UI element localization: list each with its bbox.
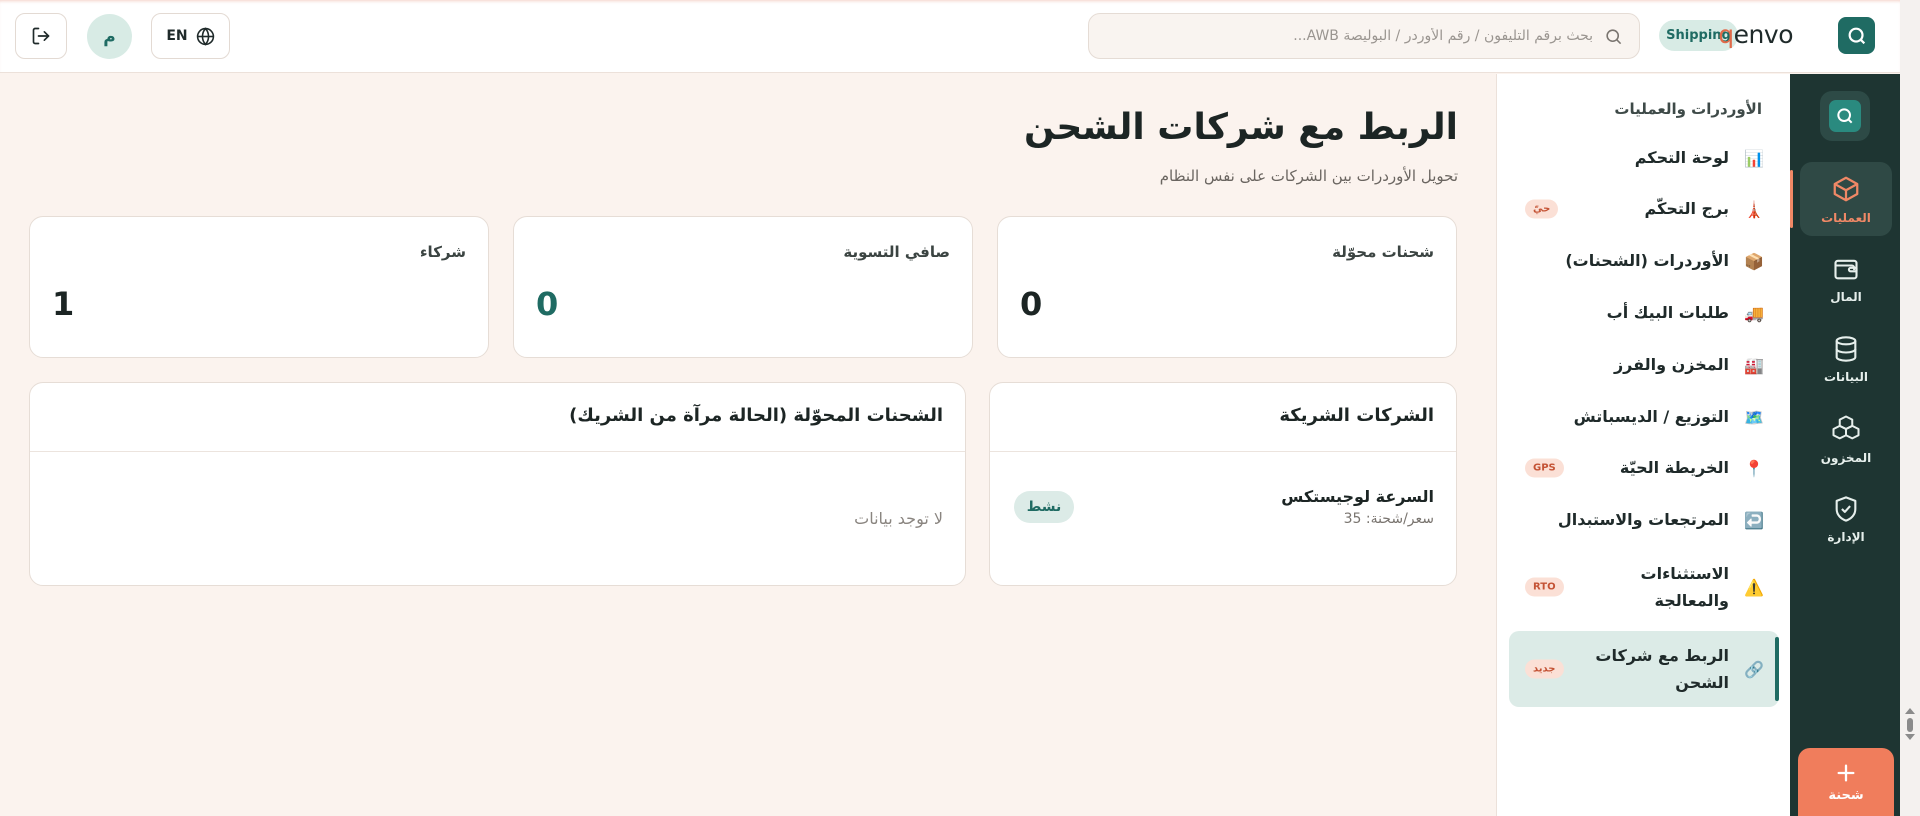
transfers-panel: الشحنات المحوّلة (الحالة مرآة من الشريك)… <box>29 382 966 586</box>
sidebar-item-label: لوحة التحكم <box>1634 148 1729 168</box>
sidebar-item-label: الخريطة الحيّة <box>1619 458 1729 478</box>
rto-badge: RTO <box>1525 577 1564 597</box>
package-icon: 📦 <box>1744 251 1764 271</box>
logout-icon <box>32 27 50 45</box>
return-icon: ↩️ <box>1744 510 1764 530</box>
sidebar-item-control-tower[interactable]: 🗼 برج التحكّم حيّ <box>1509 189 1779 229</box>
scroll-up-icon[interactable] <box>1905 708 1915 714</box>
sidebar-item-orders[interactable]: 📦 الأوردرات (الشحنات) <box>1509 241 1779 281</box>
sidebar-item-live-map[interactable]: 📍 الخريطة الحيّة GPS <box>1509 448 1779 488</box>
factory-icon: 🏭 <box>1744 355 1764 375</box>
brand-logo-icon[interactable] <box>1838 17 1875 54</box>
search-input[interactable] <box>1103 14 1593 58</box>
stat-card-transferred: شحنات محوّلة 0 <box>997 216 1457 358</box>
sidebar-item-returns[interactable]: ↩️ المرتجعات والاستبدال <box>1509 500 1779 540</box>
rail-item-operations[interactable]: العمليات <box>1790 162 1892 236</box>
sidebar-nav: الأوردرات والعمليات 📊 لوحة التحكم 🗼 برج … <box>1496 74 1790 816</box>
pin-icon: 📍 <box>1744 458 1764 478</box>
truck-icon: 🚚 <box>1744 303 1764 323</box>
stat-card-net-settlement: صافي التسوية 0 <box>513 216 973 358</box>
logout-button[interactable] <box>15 13 67 59</box>
sidebar-section-title: الأوردرات والعمليات <box>1614 100 1762 118</box>
sidebar-item-label: التوزيع / الديسباتش <box>1573 407 1729 427</box>
sidebar-item-label: المرتجعات والاستبدال <box>1557 510 1729 530</box>
icon-rail: العمليات المال البيانات المخزون الإدارة … <box>1790 74 1900 816</box>
rail-item-label: العمليات <box>1821 210 1871 225</box>
language-toggle-button[interactable]: EN <box>151 13 230 59</box>
divider <box>30 451 965 452</box>
top-header: م EN Shipping qenvo <box>0 0 1900 73</box>
sidebar-item-carrier-integration[interactable]: 🔗 الربط مع شركات الشحن جديد <box>1509 631 1779 707</box>
rail-item-inventory[interactable]: المخزون <box>1800 402 1892 476</box>
user-avatar[interactable]: م <box>87 14 132 59</box>
stat-label: شركاء <box>419 243 466 261</box>
panel-title: الشركات الشريكة <box>1279 405 1434 426</box>
page-scrollbar[interactable] <box>1900 0 1920 816</box>
box-icon <box>1833 176 1859 201</box>
stat-value: 1 <box>52 285 75 323</box>
boxes-icon <box>1832 415 1860 439</box>
rail-item-label: الإدارة <box>1827 529 1865 544</box>
sidebar-item-label: الأوردرات (الشحنات) <box>1565 251 1729 271</box>
scroll-down-icon[interactable] <box>1905 734 1915 740</box>
sidebar-item-label: المخزن والفرز <box>1613 355 1729 375</box>
page-subtitle: تحويل الأوردرات بين الشركات على نفس النظ… <box>1159 167 1458 185</box>
sidebar-item-pickups[interactable]: 🚚 طلبات البيك أب <box>1509 293 1779 333</box>
fab-label: شحنة <box>1828 787 1864 803</box>
sidebar-item-warehouse[interactable]: 🏭 المخزن والفرز <box>1509 345 1779 385</box>
sidebar-item-label: برج التحكّم <box>1644 199 1729 219</box>
partners-panel: الشركات الشريكة السرعة لوجيستكس سعر/شحنة… <box>989 382 1457 586</box>
stat-label: شحنات محوّلة <box>1332 243 1434 261</box>
rail-logo-icon[interactable] <box>1820 91 1870 141</box>
new-badge: جديد <box>1525 659 1564 679</box>
sidebar-item-label: الربط مع شركات الشحن <box>1595 645 1729 692</box>
link-icon: 🔗 <box>1744 659 1764 679</box>
rail-item-label: البيانات <box>1824 369 1868 384</box>
stat-value: 0 <box>536 285 559 323</box>
sidebar-item-dispatch[interactable]: 🗺️ التوزيع / الديسباتش <box>1509 397 1779 437</box>
chart-icon: 📊 <box>1744 148 1764 168</box>
map-icon: 🗺️ <box>1744 407 1764 427</box>
language-label: EN <box>166 28 188 44</box>
divider <box>990 451 1456 452</box>
scroll-thumb[interactable] <box>1907 718 1913 732</box>
empty-state-text: لا توجد بيانات <box>854 509 943 528</box>
global-search[interactable] <box>1088 13 1640 59</box>
rail-item-data[interactable]: البيانات <box>1800 322 1892 396</box>
status-badge: نشط <box>1014 491 1074 523</box>
wallet-icon <box>1834 259 1858 279</box>
partner-name[interactable]: السرعة لوجيستكس <box>1281 487 1434 506</box>
tower-icon: 🗼 <box>1744 199 1764 219</box>
rail-item-finance[interactable]: المال <box>1800 242 1892 316</box>
plus-icon <box>1837 764 1855 781</box>
partner-rate: سعر/شحنة: 35 <box>1343 511 1434 527</box>
sidebar-item-label: طلبات البيك أب <box>1606 303 1729 323</box>
sidebar-item-exceptions[interactable]: ⚠️ الاستثناءات والمعالجة RTO <box>1509 552 1779 622</box>
new-shipment-button[interactable]: شحنة <box>1798 748 1894 816</box>
stat-value: 0 <box>1020 285 1043 323</box>
warning-icon: ⚠️ <box>1744 577 1764 597</box>
brand-wordmark: qenvo <box>1718 20 1793 49</box>
rail-item-label: المخزون <box>1820 450 1872 465</box>
panel-title: الشحنات المحوّلة (الحالة مرآة من الشريك) <box>569 405 943 426</box>
rail-item-admin[interactable]: الإدارة <box>1800 482 1892 556</box>
live-badge: حيّ <box>1525 199 1559 219</box>
sidebar-item-label: الاستثناءات والمعالجة <box>1640 563 1729 610</box>
page-title: الربط مع شركات الشحن <box>1023 107 1458 148</box>
stat-card-partners: شركاء 1 <box>29 216 489 358</box>
search-icon <box>1606 29 1622 45</box>
database-icon <box>1835 335 1857 362</box>
stat-label: صافي التسوية <box>843 243 950 261</box>
gps-badge: GPS <box>1525 458 1564 478</box>
globe-icon <box>196 26 214 46</box>
shield-check-icon <box>1835 495 1857 522</box>
rail-item-label: المال <box>1830 289 1862 304</box>
sidebar-item-dashboard[interactable]: 📊 لوحة التحكم <box>1509 138 1779 178</box>
